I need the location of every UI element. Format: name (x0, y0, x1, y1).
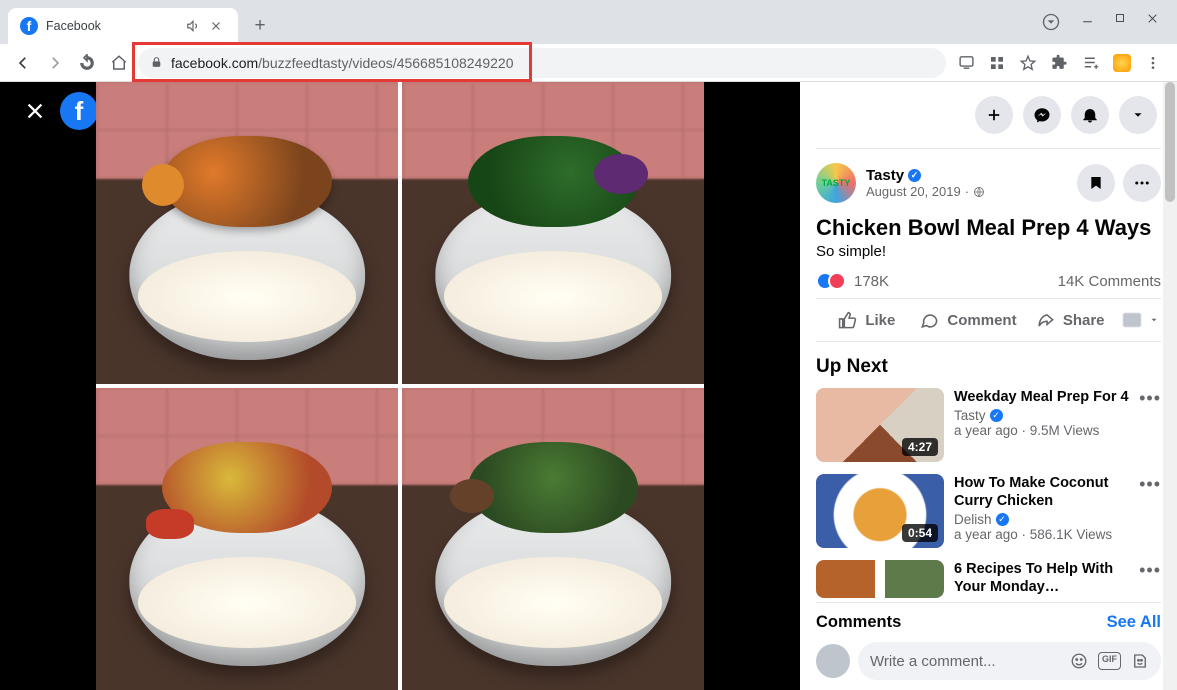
comment-button[interactable]: Comment (918, 299, 1020, 341)
toolbar-actions (952, 54, 1167, 72)
toolbar: facebook.com/buzzfeedtasty/videos/456685… (0, 44, 1177, 82)
page-name-text: Tasty (866, 167, 904, 184)
upnext-thumbnail: 0:54 (816, 474, 944, 548)
like-button[interactable]: Like (816, 299, 918, 341)
verified-badge-icon: ✓ (990, 409, 1003, 422)
upnext-source: Delish (954, 512, 992, 527)
facebook-favicon-icon: f (20, 17, 38, 35)
user-avatar[interactable] (816, 644, 850, 678)
tab-close-icon[interactable] (210, 20, 226, 32)
love-reaction-icon (828, 272, 846, 290)
up-next-heading: Up Next (816, 356, 1161, 378)
upnext-item[interactable]: 4:27 Weekday Meal Prep For 4 Tasty ✓ a ye… (816, 388, 1161, 462)
nav-reload-button[interactable] (74, 50, 100, 76)
window-minimize-icon[interactable] (1081, 12, 1094, 32)
nav-back-button[interactable] (10, 50, 36, 76)
post-date: August 20, 2019 (866, 184, 961, 199)
sticker-icon[interactable] (1131, 652, 1149, 670)
share-button[interactable]: Share (1019, 299, 1121, 341)
browser-tab[interactable]: f Facebook (8, 8, 238, 44)
upnext-meta: a year ago · 9.5M Views (954, 423, 1129, 438)
upnext-meta: a year ago · 586.1K Views (954, 527, 1129, 542)
close-video-button[interactable] (24, 100, 46, 122)
video-duration: 4:27 (902, 438, 938, 456)
upnext-thumbnail: 4:27 (816, 388, 944, 462)
address-bar[interactable]: facebook.com/buzzfeedtasty/videos/456685… (138, 48, 946, 78)
upnext-item[interactable]: 0:54 How To Make Coconut Curry Chicken D… (816, 474, 1161, 548)
create-button[interactable] (975, 96, 1013, 134)
chrome-menu-icon[interactable] (1145, 55, 1161, 71)
messenger-button[interactable] (1023, 96, 1061, 134)
comment-input[interactable]: Write a comment... GIF (858, 642, 1161, 680)
window-controls (1041, 12, 1177, 44)
post-options-button[interactable] (1123, 164, 1161, 202)
privacy-public-icon (973, 186, 985, 198)
tab-audio-icon[interactable] (186, 19, 202, 33)
upnext-source: Tasty (954, 408, 986, 423)
lock-icon (150, 56, 163, 69)
address-url: facebook.com/buzzfeedtasty/videos/456685… (171, 55, 514, 71)
window-maximize-icon[interactable] (1114, 12, 1126, 32)
upnext-thumbnail (816, 560, 944, 598)
tab-title: Facebook (46, 19, 178, 33)
verified-badge-icon: ✓ (996, 513, 1009, 526)
page-avatar[interactable]: TASTY (816, 163, 856, 203)
nav-forward-button[interactable] (42, 50, 68, 76)
upnext-title: 6 Recipes To Help With Your Monday… (954, 560, 1129, 596)
cast-icon[interactable] (958, 54, 975, 71)
notifications-button[interactable] (1071, 96, 1109, 134)
save-video-button[interactable] (1077, 164, 1115, 202)
nav-home-button[interactable] (106, 50, 132, 76)
reaction-count[interactable]: 178K (854, 273, 889, 290)
pinned-extension-icon[interactable] (1113, 54, 1131, 72)
scrollbar[interactable] (1163, 82, 1177, 690)
upnext-options-button[interactable]: ••• (1139, 474, 1161, 548)
profile-menu-icon[interactable] (1041, 12, 1061, 32)
upnext-item[interactable]: 6 Recipes To Help With Your Monday… ••• (816, 560, 1161, 598)
upnext-options-button[interactable]: ••• (1139, 560, 1161, 598)
video-theater: f (0, 82, 800, 690)
share-menu-button[interactable] (1121, 299, 1161, 341)
see-all-comments-link[interactable]: See All (1107, 613, 1161, 632)
upnext-title: How To Make Coconut Curry Chicken (954, 474, 1129, 510)
emoji-icon[interactable] (1070, 652, 1088, 670)
gif-icon[interactable]: GIF (1098, 652, 1121, 670)
account-menu-button[interactable] (1119, 96, 1157, 134)
video-caption: So simple! (816, 243, 1161, 260)
grid-extension-icon[interactable] (989, 55, 1005, 71)
comments-heading: Comments (816, 613, 901, 632)
new-tab-button[interactable]: + (246, 12, 274, 40)
video-title: Chicken Bowl Meal Prep 4 Ways (816, 215, 1161, 241)
extensions-puzzle-icon[interactable] (1051, 54, 1068, 71)
window-close-icon[interactable] (1146, 12, 1159, 32)
upnext-options-button[interactable]: ••• (1139, 388, 1161, 462)
comment-placeholder: Write a comment... (870, 653, 996, 670)
verified-badge-icon: ✓ (908, 169, 921, 182)
upnext-title: Weekday Meal Prep For 4 (954, 388, 1129, 406)
video-sidebar: TASTY Tasty ✓ August 20, 2019 · (800, 82, 1177, 690)
video-duration: 0:54 (902, 524, 938, 542)
tab-strip: f Facebook + (0, 0, 1177, 44)
comment-count[interactable]: 14K Comments (1058, 273, 1161, 290)
reading-list-icon[interactable] (1082, 54, 1099, 71)
bookmark-star-icon[interactable] (1019, 54, 1037, 72)
video-frame[interactable] (96, 82, 704, 690)
page-name-link[interactable]: Tasty ✓ (866, 167, 985, 184)
facebook-logo-icon[interactable]: f (60, 92, 98, 130)
